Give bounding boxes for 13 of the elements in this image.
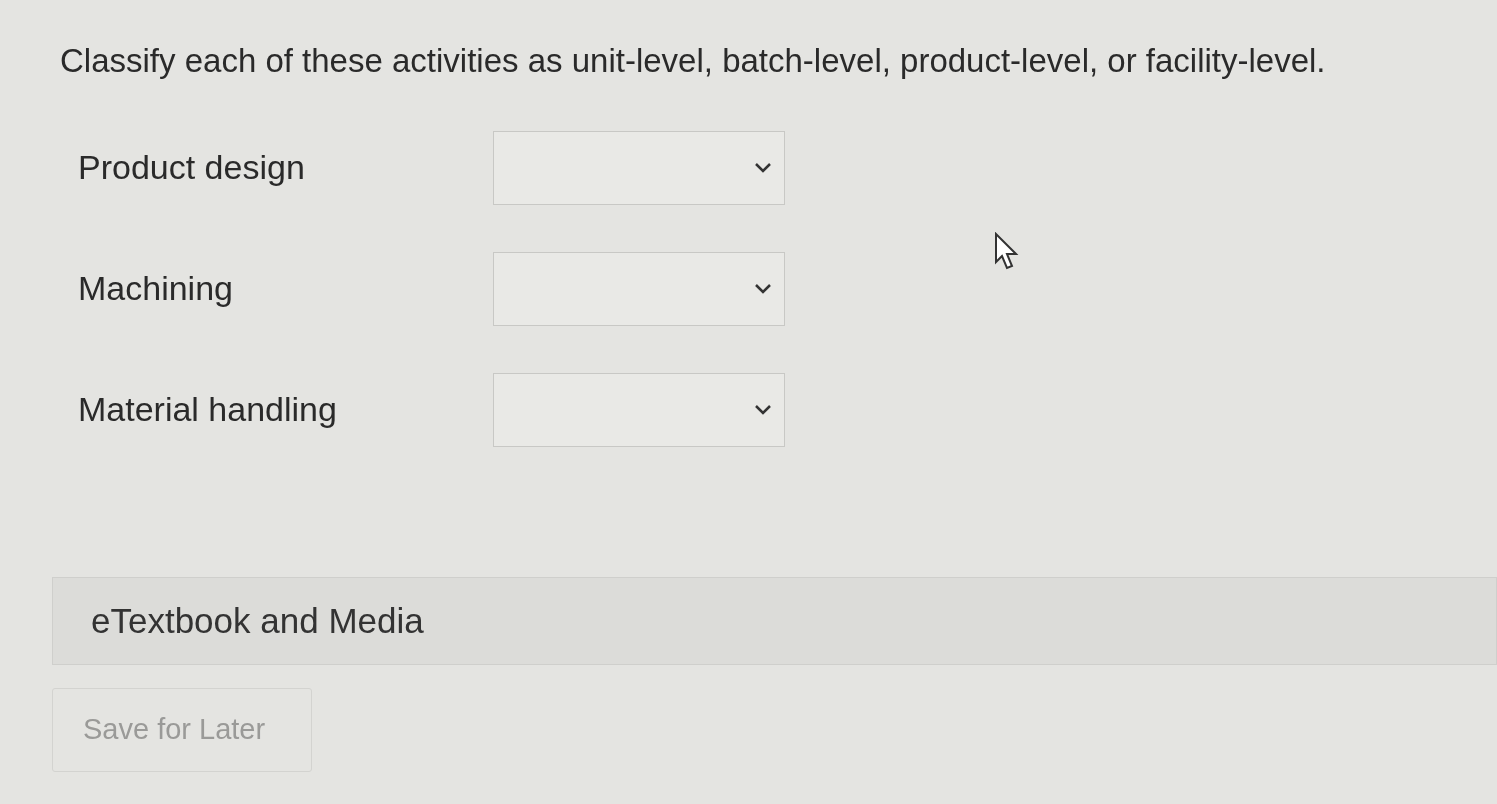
dropdown[interactable]: [493, 130, 785, 205]
chevron-down-icon: [754, 403, 772, 416]
activity-label: Product design: [78, 147, 306, 188]
activity-label: Material handling: [78, 389, 338, 430]
chevron-down-icon: [754, 282, 772, 295]
dropdown[interactable]: [493, 251, 785, 326]
resources-panel[interactable]: eTextbook and Media: [52, 577, 1497, 665]
chevron-down-icon: [754, 161, 772, 174]
question-text: Classify each of these activities as unit-level, batch-level, product-level, or facility-level.: [60, 41, 1327, 81]
cursor-icon: [994, 232, 1020, 272]
dropdown[interactable]: [493, 372, 785, 447]
panel-title: eTextbook and Media: [91, 599, 424, 642]
activity-label: Machining: [78, 268, 234, 309]
